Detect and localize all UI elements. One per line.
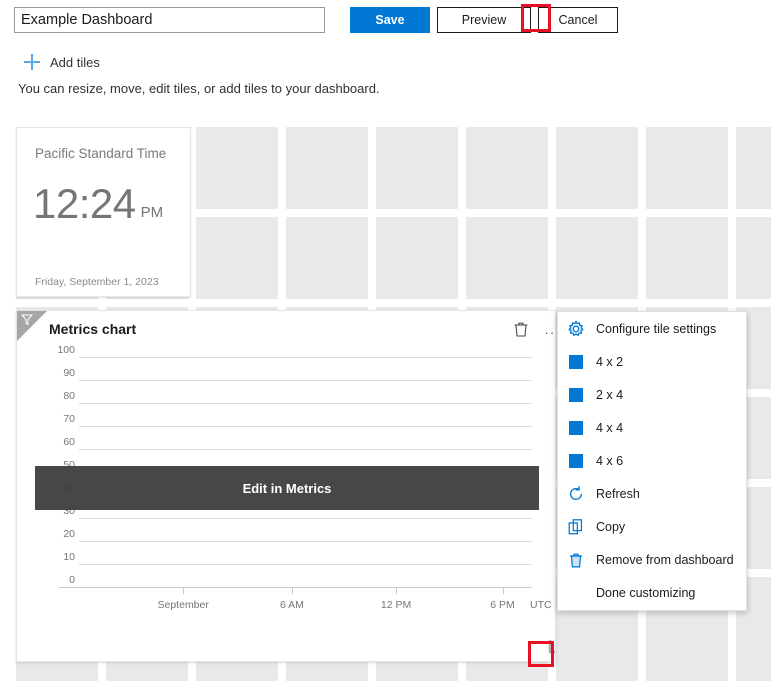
empty-tile-slot[interactable] xyxy=(556,217,638,299)
empty-tile-slot[interactable] xyxy=(376,217,458,299)
chart-gridline xyxy=(79,380,532,381)
edit-in-metrics-label: Edit in Metrics xyxy=(243,481,332,496)
empty-tile-slot[interactable] xyxy=(646,127,728,209)
plus-icon xyxy=(24,54,40,70)
menu-item-2-x-4[interactable]: 2 x 4 xyxy=(558,378,746,411)
chart-x-tick-label: September xyxy=(158,599,209,611)
clock-tile[interactable]: Pacific Standard Time 12:24 PM Friday, S… xyxy=(16,127,191,297)
refresh-icon xyxy=(566,484,586,504)
tile-more-options-button[interactable]: ... xyxy=(542,319,556,339)
menu-item-label: Copy xyxy=(596,520,625,534)
chart-y-tick-label: 90 xyxy=(37,367,75,379)
toolbar: Save Preview Cancel xyxy=(0,0,771,40)
chart-y-tick-label: 10 xyxy=(37,551,75,563)
empty-tile-slot[interactable] xyxy=(736,127,771,209)
menu-item-label: Refresh xyxy=(596,487,640,501)
size-4x4-icon xyxy=(566,418,586,438)
chart-y-tick-label: 0 xyxy=(37,574,75,586)
empty-tile-slot[interactable] xyxy=(556,647,638,681)
preview-button[interactable]: Preview xyxy=(437,7,531,33)
dashboard-title-input[interactable] xyxy=(14,7,325,33)
save-button[interactable]: Save xyxy=(350,7,430,33)
empty-tile-slot[interactable] xyxy=(196,217,278,299)
menu-item-refresh[interactable]: Refresh xyxy=(558,477,746,510)
chart-x-axis xyxy=(59,587,532,588)
resize-handle-icon[interactable] xyxy=(547,636,556,656)
chart-y-tick-label: 80 xyxy=(37,390,75,402)
chart-x-tick-label: 12 PM xyxy=(381,599,411,611)
menu-item-label: 4 x 4 xyxy=(596,421,623,435)
menu-item-configure-tile-settings[interactable]: Configure tile settings xyxy=(558,312,746,345)
menu-item-copy[interactable]: Copy xyxy=(558,510,746,543)
clock-date: Friday, September 1, 2023 xyxy=(35,276,159,288)
add-tiles-label: Add tiles xyxy=(50,55,100,70)
hint-text: You can resize, move, edit tiles, or add… xyxy=(18,81,380,96)
size-4x6-icon xyxy=(566,451,586,471)
chart-y-tick-label: 60 xyxy=(37,436,75,448)
menu-item-4-x-2[interactable]: 4 x 2 xyxy=(558,345,746,378)
empty-tile-slot[interactable] xyxy=(466,127,548,209)
menu-item-label: 4 x 2 xyxy=(596,355,623,369)
chart-gridline xyxy=(79,541,532,542)
chart-y-tick-label: 20 xyxy=(37,528,75,540)
copy-icon xyxy=(566,517,586,537)
size-4x2-icon xyxy=(566,352,586,372)
gear-icon xyxy=(566,319,586,339)
menu-item-4-x-6[interactable]: 4 x 6 xyxy=(558,444,746,477)
menu-item-done-customizing[interactable]: Done customizing xyxy=(558,576,746,609)
clock-time-row: 12:24 PM xyxy=(33,182,163,226)
filter-icon xyxy=(21,314,33,326)
chart-timezone-label: UTC xyxy=(530,599,552,611)
chart-gridline xyxy=(79,357,532,358)
menu-item-label: Done customizing xyxy=(596,586,695,600)
menu-item-4-x-4[interactable]: 4 x 4 xyxy=(558,411,746,444)
empty-tile-slot[interactable] xyxy=(376,127,458,209)
chart-gridline xyxy=(79,518,532,519)
size-2x4-icon xyxy=(566,385,586,405)
metrics-chart-tile[interactable]: Metrics chart ... 1009080706050403020100… xyxy=(16,310,556,662)
tile-context-menu[interactable]: Configure tile settings 4 x 2 2 x 4 4 x 4 4 … xyxy=(557,311,747,611)
chart-title: Metrics chart xyxy=(49,321,136,337)
empty-tile-slot[interactable] xyxy=(196,127,278,209)
chart-y-tick-label: 100 xyxy=(37,344,75,356)
menu-item-label: 2 x 4 xyxy=(596,388,623,402)
menu-item-label: Remove from dashboard xyxy=(596,553,734,567)
clock-meridiem: PM xyxy=(141,204,164,221)
chart-gridline xyxy=(79,449,532,450)
menu-item-label: 4 x 6 xyxy=(596,454,623,468)
trash-icon xyxy=(566,550,586,570)
empty-tile-slot[interactable] xyxy=(286,217,368,299)
empty-tile-slot[interactable] xyxy=(736,217,771,299)
chart-x-tick-mark xyxy=(503,588,504,594)
chart-x-tick-mark xyxy=(292,588,293,594)
chart-gridline xyxy=(79,564,532,565)
chart-x-tick-label: 6 AM xyxy=(280,599,304,611)
trash-icon[interactable] xyxy=(511,319,531,339)
menu-item-remove-from-dashboard[interactable]: Remove from dashboard xyxy=(558,543,746,576)
cancel-button[interactable]: Cancel xyxy=(538,7,618,33)
empty-tile-slot[interactable] xyxy=(286,127,368,209)
add-tiles-button[interactable]: Add tiles xyxy=(24,51,100,73)
chart-y-tick-label: 70 xyxy=(37,413,75,425)
edit-in-metrics-overlay[interactable]: Edit in Metrics xyxy=(35,466,539,510)
chart-x-tick-mark xyxy=(183,588,184,594)
empty-tile-slot[interactable] xyxy=(556,127,638,209)
menu-item-label: Configure tile settings xyxy=(596,322,716,336)
empty-tile-slot[interactable] xyxy=(646,647,728,681)
chart-gridline xyxy=(79,403,532,404)
chart-x-tick-label: 6 PM xyxy=(490,599,515,611)
chart-gridline xyxy=(79,426,532,427)
clock-timezone: Pacific Standard Time xyxy=(35,146,166,161)
empty-tile-slot[interactable] xyxy=(646,217,728,299)
empty-tile-slot[interactable] xyxy=(736,647,771,681)
chart-x-tick-mark xyxy=(396,588,397,594)
clock-time: 12:24 xyxy=(33,182,136,226)
empty-tile-slot[interactable] xyxy=(466,217,548,299)
